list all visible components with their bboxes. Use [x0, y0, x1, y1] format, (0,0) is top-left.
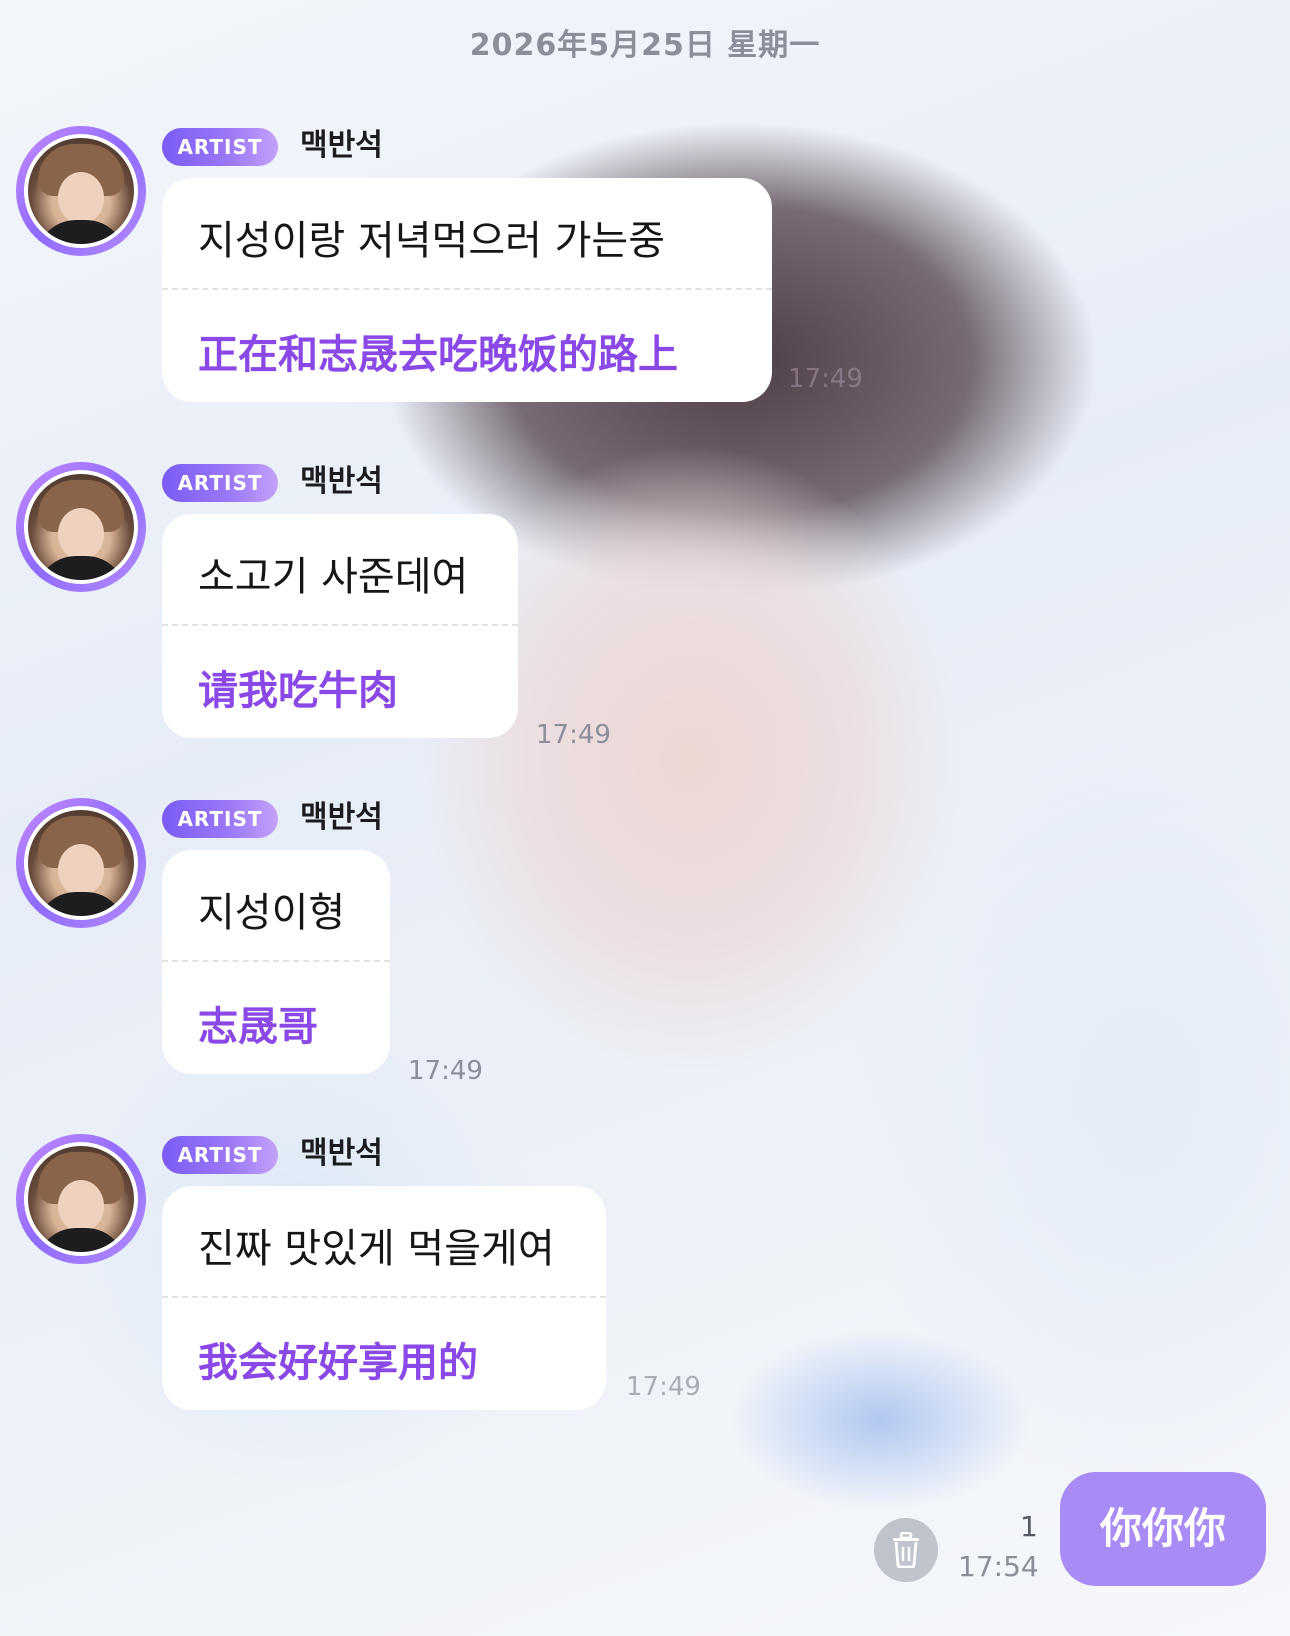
message-bubble[interactable]: 진짜 맛있게 먹을게여 我会好好享用的	[162, 1186, 606, 1410]
message-time: 17:49	[536, 720, 611, 750]
chat-screen: 2026年5月25日 星期一 ARTIST 맥반석 지성이랑 저녁먹으러 가는중…	[0, 0, 1290, 1636]
message-text: 진짜 맛있게 먹을게여	[198, 1226, 555, 1272]
message-text: 지성이랑 저녁먹으러 가는중	[198, 218, 666, 264]
artist-badge: ARTIST	[162, 464, 278, 502]
message-text: 소고기 사준데여	[198, 554, 469, 600]
message-item: ARTIST 맥반석 지성이랑 저녁먹으러 가는중 正在和志晟去吃晚饭的路上 1…	[16, 126, 1016, 406]
artist-badge: ARTIST	[162, 800, 278, 838]
artist-badge: ARTIST	[162, 128, 278, 166]
delete-message-button[interactable]	[874, 1518, 938, 1582]
avatar-photo	[28, 138, 134, 244]
artist-avatar[interactable]	[16, 1134, 146, 1264]
translation-text: 正在和志晟去吃晚饭的路上	[198, 332, 678, 378]
trash-icon	[893, 1532, 919, 1568]
avatar-photo	[28, 474, 134, 580]
message-text: 지성이형	[198, 890, 346, 936]
message-bubble[interactable]: 소고기 사준데여 请我吃牛肉	[162, 514, 518, 738]
message-time: 17:49	[788, 364, 863, 394]
message-bubble[interactable]: 지성이랑 저녁먹으러 가는중 正在和志晟去吃晚饭的路上	[162, 178, 772, 402]
artist-badge: ARTIST	[162, 1136, 278, 1174]
artist-avatar[interactable]	[16, 798, 146, 928]
artist-avatar[interactable]	[16, 126, 146, 256]
sender-name: 맥반석	[300, 128, 383, 163]
translation-divider	[162, 960, 390, 962]
translation-divider	[162, 288, 772, 290]
translation-divider	[162, 624, 518, 626]
avatar-photo	[28, 810, 134, 916]
translation-divider	[162, 1296, 606, 1298]
translation-text: 我会好好享用的	[198, 1340, 478, 1386]
message-item: ARTIST 맥반석 지성이형 志晟哥 17:49	[16, 798, 1016, 1086]
translation-text: 请我吃牛肉	[198, 668, 398, 714]
message-time: 17:49	[626, 1372, 701, 1402]
my-message-bubble[interactable]: 你你你	[1060, 1472, 1266, 1586]
sender-name: 맥반석	[300, 800, 383, 835]
my-message-item: 1 17:54 你你你	[0, 1460, 1290, 1636]
sender-name: 맥반석	[300, 464, 383, 499]
date-divider: 2026年5月25日 星期一	[469, 28, 821, 63]
message-time: 17:49	[408, 1056, 483, 1086]
sender-name: 맥반석	[300, 1136, 383, 1171]
avatar-photo	[28, 1146, 134, 1252]
message-item: ARTIST 맥반석 진짜 맛있게 먹을게여 我会好好享用的 17:49	[16, 1134, 1016, 1414]
message-item: ARTIST 맥반석 소고기 사준데여 请我吃牛肉 17:49	[16, 462, 1016, 750]
unread-count: 1	[1020, 1510, 1038, 1543]
message-time: 17:54	[958, 1550, 1039, 1583]
artist-avatar[interactable]	[16, 462, 146, 592]
message-bubble[interactable]: 지성이형 志晟哥	[162, 850, 390, 1074]
translation-text: 志晟哥	[198, 1004, 318, 1050]
